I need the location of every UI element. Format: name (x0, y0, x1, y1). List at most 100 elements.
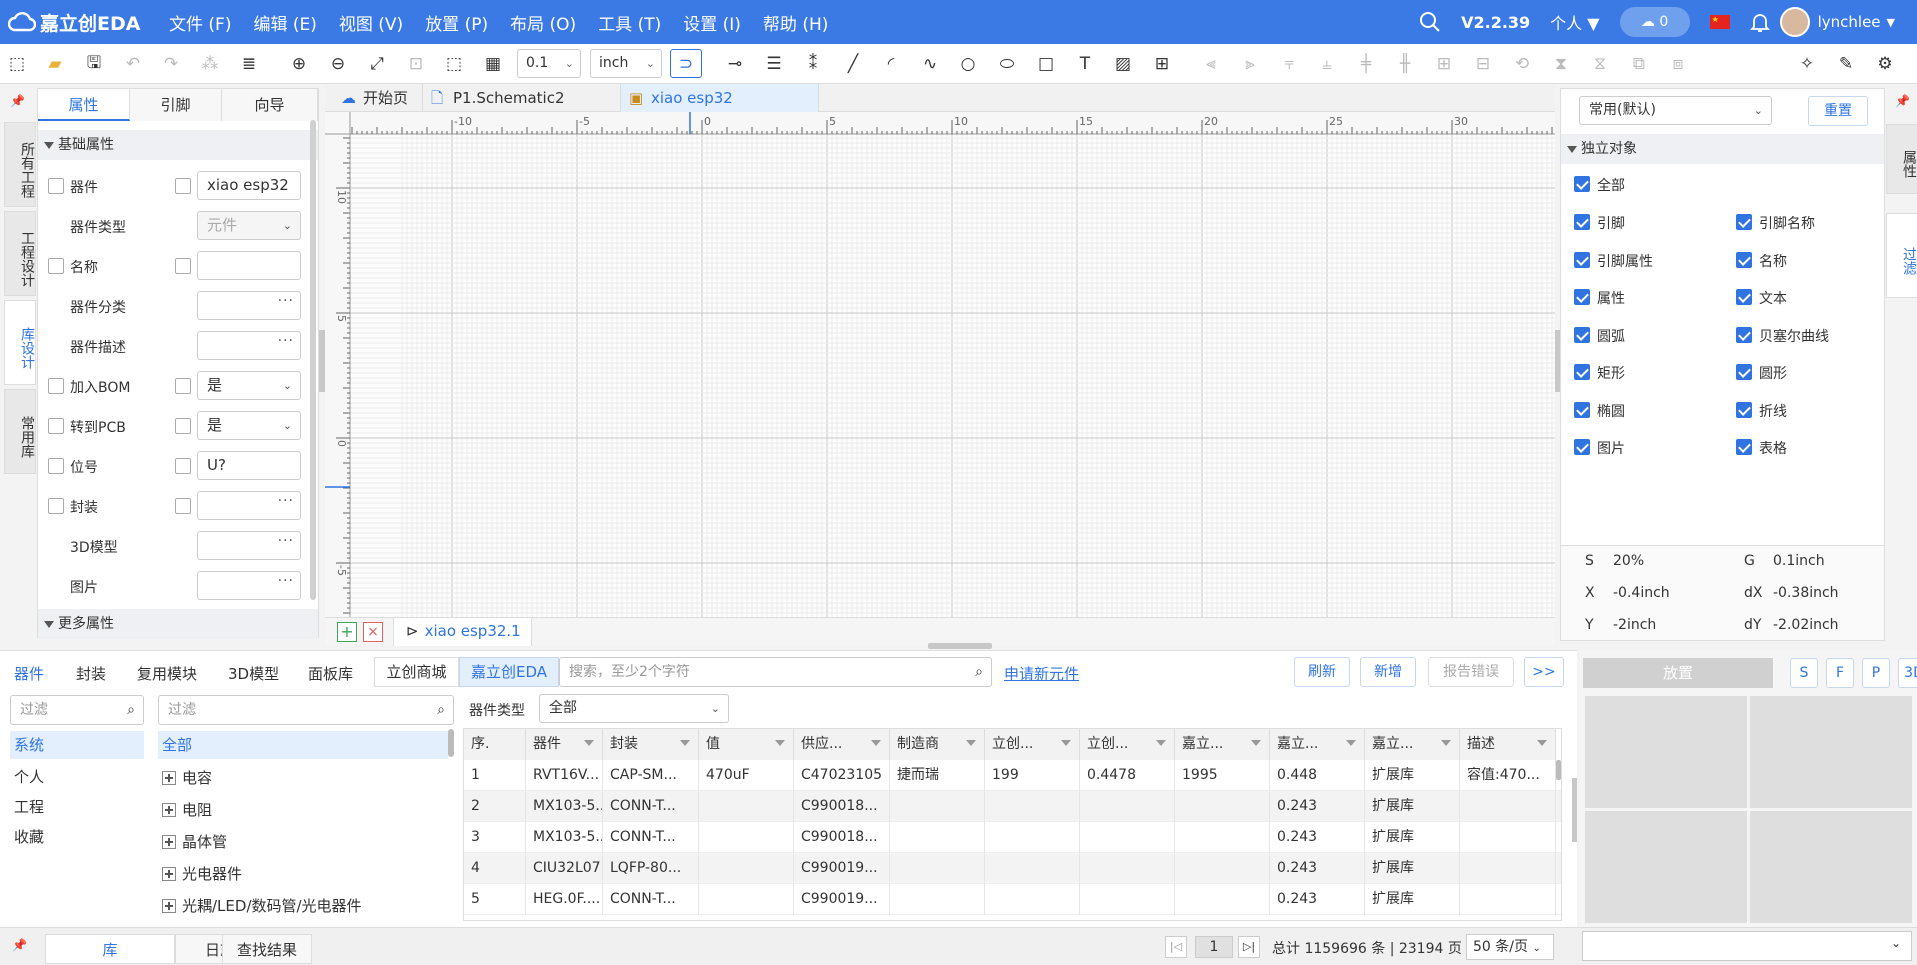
tree-item-optoelectronic[interactable]: 光电器件 (162, 863, 242, 884)
bom-value-checkbox[interactable] (175, 378, 191, 394)
sort-icon[interactable] (966, 740, 976, 746)
filter-circle-checkbox[interactable] (1736, 364, 1752, 380)
sidetab-filter[interactable]: 过滤 (1886, 213, 1917, 298)
column-header[interactable]: 描述 (1460, 729, 1556, 760)
preview-footer-select[interactable]: ⌄ (1582, 931, 1912, 961)
gear-icon[interactable]: ⚙ (1872, 51, 1898, 77)
send-back-icon[interactable]: ⧈ (1665, 51, 1691, 77)
device-type-filter-select[interactable]: 全部 ⌄ (539, 694, 729, 723)
place-button[interactable]: 放置 (1583, 658, 1773, 688)
sort-icon[interactable] (775, 740, 785, 746)
filter-pin-property-checkbox[interactable] (1574, 251, 1590, 268)
column-header[interactable]: 立创... (1080, 729, 1175, 760)
source-jlceda[interactable]: 嘉立创EDA (459, 657, 559, 687)
device-input[interactable]: xiao esp32 (197, 171, 301, 200)
status-tab-library[interactable]: 库 (45, 934, 175, 964)
tree-item-optocoupler-led[interactable]: 光耦/LED/数码管/光电器件 (162, 895, 362, 916)
workspace-select[interactable]: 个人 ▼ (1550, 10, 1599, 34)
column-header[interactable]: 序. (464, 729, 526, 760)
more-icon[interactable]: ··· (278, 328, 294, 355)
filter-ellipse-checkbox[interactable] (1574, 401, 1590, 418)
pin-array-icon[interactable]: ☰ (761, 51, 787, 77)
bezier-tool-icon[interactable]: ∿ (917, 51, 943, 77)
filter-pin-checkbox[interactable] (1574, 214, 1590, 230)
expand-plus-icon[interactable] (162, 771, 176, 785)
filter-property-checkbox[interactable] (1574, 289, 1590, 305)
left-pin-icon[interactable]: 📌 (10, 94, 25, 108)
sidetab-project-design[interactable]: 工程设计 (4, 211, 36, 296)
zoom-selection-icon[interactable]: ⊡ (403, 51, 429, 77)
app-logo[interactable]: 嘉立创EDA (8, 9, 158, 36)
circle-tool-icon[interactable]: ○ (955, 51, 981, 77)
tab-wizard[interactable]: 向导 (222, 89, 318, 121)
sidetab-common-library[interactable]: 常用库 (4, 389, 36, 474)
snap-magnet-icon[interactable]: ⊃ (670, 49, 702, 78)
filter-image-checkbox[interactable] (1574, 439, 1590, 455)
preview-resize-handle[interactable] (1572, 778, 1577, 842)
align-right-icon[interactable]: ⫸ (1237, 51, 1263, 77)
tree-item-capacitor[interactable]: 电容 (162, 767, 212, 788)
tab-symbol[interactable]: ▣ xiao esp32 (621, 84, 819, 112)
name-input[interactable] (197, 251, 301, 280)
footprint-checkbox[interactable] (48, 498, 64, 514)
open-folder-icon[interactable]: ▰ (42, 51, 68, 77)
column-header[interactable]: 嘉立... (1270, 729, 1365, 760)
right-pin-icon[interactable]: 📌 (1895, 94, 1910, 108)
preview-3d-button[interactable]: 3D (1898, 658, 1917, 688)
footprint-input[interactable]: ··· (197, 491, 301, 520)
table-row[interactable]: 3 MX103-5... CONN-T... C990018... 0.243 扩展库 (464, 822, 1561, 853)
fit-view-icon[interactable]: ⤢ (364, 51, 390, 77)
china-flag-icon[interactable]: ★ (1709, 15, 1730, 29)
redo-icon[interactable]: ↷ (158, 51, 184, 77)
expand-plus-icon[interactable] (162, 867, 176, 881)
tree-item-all[interactable]: 全部 (158, 731, 448, 759)
distribute-v-icon[interactable]: ⊟ (1470, 51, 1496, 77)
preview-symbol-button[interactable]: S (1790, 658, 1818, 688)
line-tool-icon[interactable]: ╱ (840, 51, 866, 77)
filter-pin-name-checkbox[interactable] (1736, 214, 1752, 230)
tab-schematic[interactable]: 🗋 P1.Schematic2 (423, 84, 621, 112)
edit-document-icon[interactable]: ✎ (1833, 51, 1859, 77)
owner-item-system[interactable]: 系统 (10, 731, 144, 759)
table-row[interactable]: 2 MX103-5... CONN-T... C990018... 0.243 扩展库 (464, 791, 1561, 822)
bom-select[interactable]: 是 ⌄ (197, 371, 301, 400)
tree-item-resistor[interactable]: 电阻 (162, 799, 212, 820)
tab-pins[interactable]: 引脚 (130, 89, 222, 121)
schematic-canvas[interactable]: -10 -5 0 5 10 15 20 25 30 10 5 0 -5 (325, 112, 1555, 617)
column-header[interactable]: 制造商 (890, 729, 985, 760)
expand-plus-icon[interactable] (162, 899, 176, 913)
sort-icon[interactable] (1251, 740, 1261, 746)
menu-place[interactable]: 放置 (P) (414, 10, 499, 35)
add-sheet-button[interactable]: + (337, 622, 357, 642)
menu-layout[interactable]: 布局 (O) (499, 10, 587, 35)
more-icon[interactable]: ··· (278, 288, 294, 315)
rotate-icon[interactable]: ⟲ (1509, 51, 1535, 77)
rectangle-tool-icon[interactable]: □ (1033, 51, 1059, 77)
column-header[interactable]: 供应... (794, 729, 890, 760)
menu-file[interactable]: 文件 (F) (158, 10, 242, 35)
more-icon[interactable]: ··· (278, 568, 294, 595)
sheet-tab-symbol[interactable]: ⊳ xiao esp32.1 (393, 618, 532, 646)
grid-icon[interactable]: ▦ (480, 51, 506, 77)
filter-preset-select[interactable]: 常用(默认) ⌄ (1579, 96, 1772, 125)
filter-bezier-checkbox[interactable] (1736, 326, 1752, 343)
lib-tab-device[interactable]: 器件 (14, 663, 44, 684)
designator-checkbox[interactable] (48, 458, 64, 474)
device-value-checkbox[interactable] (175, 178, 191, 194)
designator-value-checkbox[interactable] (175, 458, 191, 474)
owner-item-favorites[interactable]: 收藏 (14, 826, 44, 847)
table-tool-icon[interactable]: ⊞ (1149, 51, 1175, 77)
pin-pair-icon[interactable]: ⁑ (800, 51, 826, 77)
select-tool-icon[interactable]: ⬚ (4, 51, 30, 77)
find-replace-icon[interactable]: ≣ (236, 51, 262, 77)
more-icon[interactable]: ··· (278, 488, 294, 515)
table-scrollbar[interactable] (1556, 760, 1561, 780)
distribute-h-icon[interactable]: ⊞ (1431, 51, 1457, 77)
source-lcsc[interactable]: 立创商城 (374, 657, 459, 687)
column-header[interactable]: 嘉立... (1365, 729, 1460, 760)
zoom-out-icon[interactable]: ⊖ (325, 51, 351, 77)
last-page-button[interactable]: ▷| (1238, 936, 1260, 958)
flip-v-icon[interactable]: ⧖ (1587, 51, 1613, 77)
zoom-area-icon[interactable]: ⬚ (441, 51, 467, 77)
filter-all-checkbox[interactable] (1574, 176, 1590, 192)
